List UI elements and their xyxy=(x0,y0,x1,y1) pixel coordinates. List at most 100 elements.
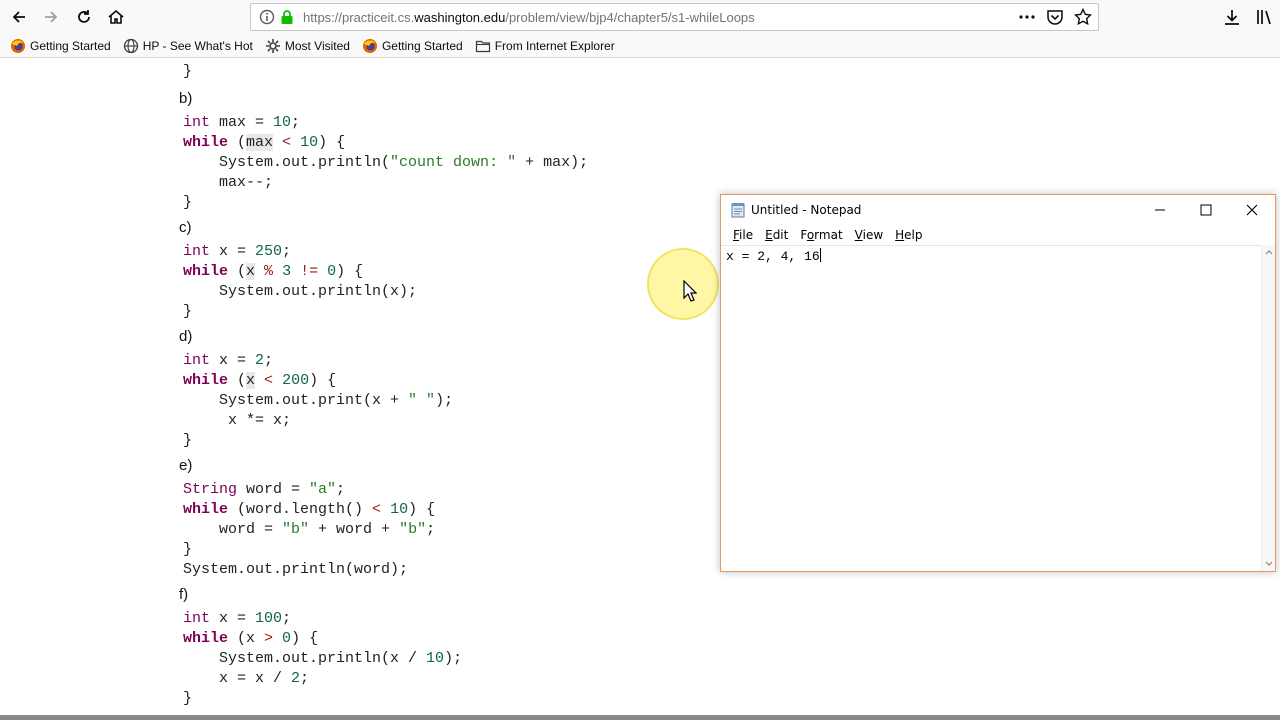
close-button[interactable] xyxy=(1229,195,1275,225)
code-token: ; xyxy=(426,521,436,538)
code-token: System.out.println( xyxy=(183,154,391,171)
minimize-button[interactable] xyxy=(1137,195,1183,225)
menu-view[interactable]: View xyxy=(849,228,889,242)
minimize-icon xyxy=(1155,209,1165,211)
url-text[interactable]: https://practiceit.cs.washington.edu/pro… xyxy=(303,10,755,25)
code-line: String word = "a"; xyxy=(183,481,345,498)
code-line: while (x > 0) { xyxy=(183,630,318,647)
code-token: 200 xyxy=(282,372,310,389)
code-token: ( xyxy=(228,263,247,280)
notepad-vertical-scrollbar[interactable] xyxy=(1261,245,1275,571)
code-line: } xyxy=(183,194,193,211)
code-token: while xyxy=(183,501,229,518)
code-line: x *= x; xyxy=(183,412,292,429)
code-line: System.out.println(word); xyxy=(183,561,409,578)
page-actions xyxy=(1018,8,1092,26)
problem-label-e: e) xyxy=(179,457,193,474)
code-token: while xyxy=(183,372,229,389)
bookmark-from-internet-explorer[interactable]: From Internet Explorer xyxy=(475,38,615,54)
code-token: word = xyxy=(237,481,310,498)
code-token: ) { xyxy=(318,134,346,151)
code-line: int max = 10; xyxy=(183,114,300,131)
back-button[interactable] xyxy=(6,4,32,30)
reload-button[interactable] xyxy=(71,4,97,30)
horizontal-scrollbar[interactable] xyxy=(0,715,1280,720)
bookmark-most-visited[interactable]: Most Visited xyxy=(265,38,350,54)
code-line: System.out.println(x); xyxy=(183,283,418,300)
code-line: } xyxy=(183,690,193,707)
code-token: 250 xyxy=(255,243,283,260)
menu-accelerator: H xyxy=(895,228,905,242)
notepad-titlebar[interactable]: Untitled - Notepad xyxy=(721,195,1275,225)
code-token: " " xyxy=(408,392,436,409)
code-token: while xyxy=(183,134,229,151)
code-line: int x = 2; xyxy=(183,352,273,369)
code-token: word = xyxy=(183,521,283,538)
code-token: (word.length() xyxy=(228,501,364,518)
bookmark-label: Getting Started xyxy=(30,38,111,53)
code-line: int x = 250; xyxy=(183,243,291,260)
code-token: x = xyxy=(210,610,256,627)
code-token: System.out.println(x / xyxy=(183,650,427,667)
bookmark-getting-started[interactable]: Getting Started xyxy=(10,38,111,54)
bookmark-label: Most Visited xyxy=(284,38,350,53)
bookmark-getting-started-2[interactable]: Getting Started xyxy=(362,38,463,54)
code-token: x = xyxy=(210,243,256,260)
code-token: 10 xyxy=(426,650,445,667)
code-token: ) { xyxy=(408,501,436,518)
notepad-window[interactable]: Untitled - Notepad File Edit Format View… xyxy=(720,194,1276,572)
code-line: } xyxy=(183,63,193,80)
home-button[interactable] xyxy=(103,4,129,30)
problem-label-d: d) xyxy=(179,328,193,345)
scroll-down-arrow-icon[interactable] xyxy=(1264,559,1274,569)
downloads-button[interactable] xyxy=(1220,5,1244,29)
forward-button[interactable] xyxy=(38,4,64,30)
firefox-icon xyxy=(362,38,377,53)
code-token: while xyxy=(183,630,229,647)
scroll-up-arrow-icon[interactable] xyxy=(1264,247,1274,257)
code-token: int xyxy=(183,243,211,260)
menu-file[interactable]: File xyxy=(727,228,759,242)
code-token: 0 xyxy=(282,630,292,647)
code-token: 100 xyxy=(255,610,283,627)
code-token: ) { xyxy=(291,630,319,647)
code-line: while (max < 10) { xyxy=(183,134,345,151)
code-token: x xyxy=(246,263,256,280)
url-path: /problem/view/bjp4/chapter5/s1-whileLoop… xyxy=(505,10,755,25)
library-button[interactable] xyxy=(1252,5,1276,29)
bookmark-hp-see-whats-hot[interactable]: HP - See What's Hot xyxy=(123,38,253,54)
code-token: 10 xyxy=(273,114,292,131)
forward-arrow-icon xyxy=(45,11,58,23)
menu-help[interactable]: Help xyxy=(889,228,928,242)
url-bar[interactable]: https://practiceit.cs.washington.edu/pro… xyxy=(250,3,1099,31)
code-token: ) { xyxy=(309,372,337,389)
menu-edit[interactable]: Edit xyxy=(759,228,794,242)
info-icon[interactable] xyxy=(259,9,275,25)
lock-icon[interactable] xyxy=(280,9,294,25)
code-token: max = xyxy=(210,114,274,131)
code-token: ; xyxy=(300,670,310,687)
maximize-button[interactable] xyxy=(1183,195,1229,225)
bookmark-label: HP - See What's Hot xyxy=(142,38,253,53)
code-token: + word + xyxy=(309,521,400,538)
problem-label-f: f) xyxy=(179,586,189,603)
code-token: int xyxy=(183,610,211,627)
code-token: ); xyxy=(435,392,454,409)
notepad-text[interactable]: x = 2, 4, 16 xyxy=(726,248,821,264)
notepad-text-area[interactable]: x = 2, 4, 16 xyxy=(721,245,1261,571)
code-token: + max); xyxy=(516,154,589,171)
code-line: int x = 100; xyxy=(183,610,291,627)
code-token: x xyxy=(246,372,256,389)
bookmark-star-icon[interactable] xyxy=(1074,8,1092,26)
download-icon xyxy=(1225,10,1239,25)
maximize-icon xyxy=(1200,204,1212,216)
text-caret xyxy=(819,248,821,262)
more-actions-icon[interactable] xyxy=(1018,8,1036,26)
code-token: ( xyxy=(228,134,247,151)
menu-format[interactable]: Format xyxy=(794,228,848,242)
pocket-icon[interactable] xyxy=(1046,8,1064,26)
code-token: < xyxy=(273,134,301,151)
globe-icon xyxy=(123,38,138,53)
gear-icon xyxy=(265,38,280,53)
code-token: 2 xyxy=(255,352,265,369)
